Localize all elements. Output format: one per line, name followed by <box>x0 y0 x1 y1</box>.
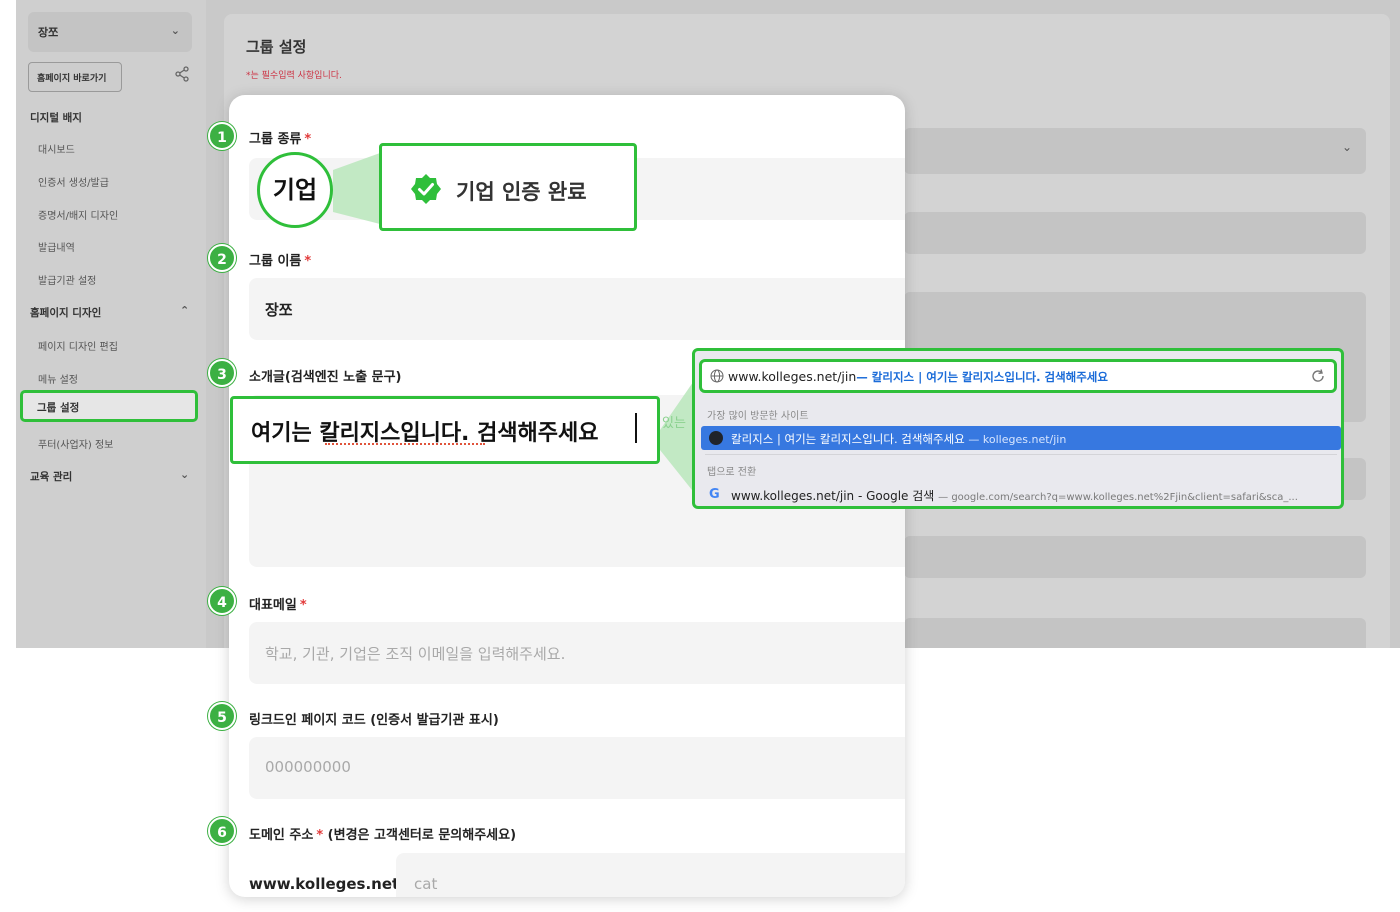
org-select-label: 장쪼 <box>38 26 59 39</box>
suggestion-frequent-site[interactable]: 칼리지스 | 여기는 칼리지스입니다. 검색해주세요 — kolleges.ne… <box>701 426 1341 450</box>
frequent-sites-heading: 가장 많이 방문한 사이트 <box>707 411 809 422</box>
step-badge-1: 1 <box>208 122 236 150</box>
sidebar-item-group-settings[interactable]: 그룹 설정 <box>20 390 198 422</box>
sidebar-item-dashboard[interactable]: 대시보드 <box>38 141 75 156</box>
background-select-field: ⌄ <box>904 128 1366 174</box>
group-name-input[interactable] <box>249 278 905 340</box>
group-type-label: 그룹 종류 * <box>249 128 311 147</box>
verified-check-icon <box>411 174 441 204</box>
domain-placeholder: cat <box>414 875 438 893</box>
sidebar-item-page-design[interactable]: 페이지 디자인 편집 <box>38 338 118 353</box>
sidebar-section-label: 홈페이지 디자인 <box>30 307 102 319</box>
domain-note: (변경은 고객센터로 문의해주세요) <box>327 828 517 843</box>
chevron-down-icon: ⌄ <box>1341 140 1352 154</box>
group-type-label-text: 그룹 종류 <box>249 132 302 147</box>
domain-prefix: www.kolleges.net/ <box>249 875 405 893</box>
site-favicon-icon <box>709 431 723 445</box>
chevron-down-icon: ⌄ <box>170 24 180 37</box>
sidebar-item-footer-info[interactable]: 푸터(사업자) 정보 <box>38 436 113 451</box>
sidebar-section-education[interactable]: 교육 관리 ⌄ <box>30 468 189 484</box>
screenshot-stage: 장쪼 ⌄ 홈페이지 바로가기 디지털 배지 대시보드 인증서 생성/발급 증명서… <box>0 0 1400 912</box>
required-note: *는 필수입력 사항입니다. <box>246 71 342 81</box>
sidebar-section-label: 교육 관리 <box>30 471 73 483</box>
step-badge-2: 2 <box>208 244 236 272</box>
verified-text: 기업 인증 완료 <box>456 180 587 204</box>
step-badge-5: 5 <box>208 702 236 730</box>
org-select[interactable]: 장쪼 ⌄ <box>28 12 192 52</box>
spellcheck-underline <box>325 443 485 445</box>
address-typed: www.kolleges.net/jin <box>728 369 857 384</box>
share-icon[interactable] <box>174 66 190 82</box>
suggestion-url: — google.com/search?q=www.kolleges.net%2… <box>938 492 1298 503</box>
required-star: * <box>304 254 312 269</box>
sidebar-item-issue-history[interactable]: 발급내역 <box>38 239 75 254</box>
intro-hint-fragment: 있는 <box>662 416 686 431</box>
sidebar-section-digital-badge[interactable]: 디지털 배지 <box>30 110 82 125</box>
domain-label-text: 도메인 주소 <box>249 828 314 843</box>
switch-to-tab-heading: 탭으로 전환 <box>707 467 757 478</box>
group-type-value-bubble: 기업 <box>257 152 333 228</box>
step-badge-4: 4 <box>208 587 236 615</box>
domain-input[interactable] <box>396 853 905 897</box>
address-bar[interactable]: www.kolleges.net/jin— 칼리지스 | 여기는 칼리지스입니다… <box>699 359 1337 393</box>
linkedin-placeholder: 000000000 <box>265 758 351 776</box>
linkedin-label: 링크드인 페이지 코드 (인증서 발급기관 표시) <box>249 713 499 728</box>
chevron-up-icon: ⌃ <box>180 304 190 317</box>
suggestion-url: — kolleges.net/jin <box>968 433 1067 446</box>
group-name-value: 장쪼 <box>265 301 293 319</box>
background-input-field <box>904 618 1366 648</box>
suggestion-title: www.kolleges.net/jin - Google 검색 <box>731 489 935 503</box>
globe-icon <box>710 369 724 383</box>
page-title: 그룹 설정 <box>246 38 307 56</box>
divider <box>705 454 1337 455</box>
address-autocomplete: — 칼리지스 | 여기는 칼리지스입니다. 검색해주세요 <box>856 370 1108 384</box>
suggestion-google-search[interactable]: G www.kolleges.net/jin - Google 검색 — goo… <box>701 482 1341 506</box>
sidebar-item-issuer-settings[interactable]: 발급기관 설정 <box>38 272 96 287</box>
suggestion-text: www.kolleges.net/jin - Google 검색 — googl… <box>731 487 1298 504</box>
intro-text-zoom: 여기는 칼리지스입니다. 검색해주세요 <box>230 396 660 464</box>
chevron-down-icon: ⌄ <box>180 468 190 481</box>
step-badge-3: 3 <box>208 359 236 387</box>
suggestion-title: 칼리지스 | 여기는 칼리지스입니다. 검색해주세요 <box>731 432 965 446</box>
homepage-link-button[interactable]: 홈페이지 바로가기 <box>28 62 122 92</box>
required-star: * <box>316 828 324 843</box>
email-label: 대표메일 * <box>249 594 307 613</box>
email-label-text: 대표메일 <box>249 598 297 613</box>
sidebar-section-homepage-design[interactable]: 홈페이지 디자인 ⌃ <box>30 304 189 320</box>
step-badge-6: 6 <box>208 817 236 845</box>
email-placeholder: 학교, 기관, 기업은 조직 이메일을 입력해주세요. <box>265 645 566 663</box>
verification-callout: 기업 인증 완료 <box>379 143 637 231</box>
group-name-label-text: 그룹 이름 <box>249 254 302 269</box>
suggestion-text: 칼리지스 | 여기는 칼리지스입니다. 검색해주세요 — kolleges.ne… <box>731 431 1066 447</box>
sidebar-item-badge-design[interactable]: 증명서/배지 디자인 <box>38 207 118 222</box>
sidebar-item-certificate-issue[interactable]: 인증서 생성/발급 <box>38 174 109 189</box>
background-input-field <box>904 536 1366 578</box>
sidebar: 장쪼 ⌄ 홈페이지 바로가기 디지털 배지 대시보드 인증서 생성/발급 증명서… <box>16 0 206 648</box>
address-text: www.kolleges.net/jin— 칼리지스 | 여기는 칼리지스입니다… <box>728 369 1108 385</box>
reload-icon[interactable] <box>1310 368 1326 384</box>
domain-label: 도메인 주소 * (변경은 고객센터로 문의해주세요) <box>249 824 516 843</box>
google-icon: G <box>709 487 720 502</box>
group-name-label: 그룹 이름 * <box>249 250 311 269</box>
required-star: * <box>304 132 312 147</box>
background-input-field <box>904 212 1366 254</box>
sidebar-item-menu-settings[interactable]: 메뉴 설정 <box>38 371 78 386</box>
browser-search-dropdown: www.kolleges.net/jin— 칼리지스 | 여기는 칼리지스입니다… <box>692 348 1344 509</box>
intro-label: 소개글(검색엔진 노출 문구) <box>249 370 402 385</box>
text-caret <box>635 413 637 443</box>
required-star: * <box>299 598 307 613</box>
